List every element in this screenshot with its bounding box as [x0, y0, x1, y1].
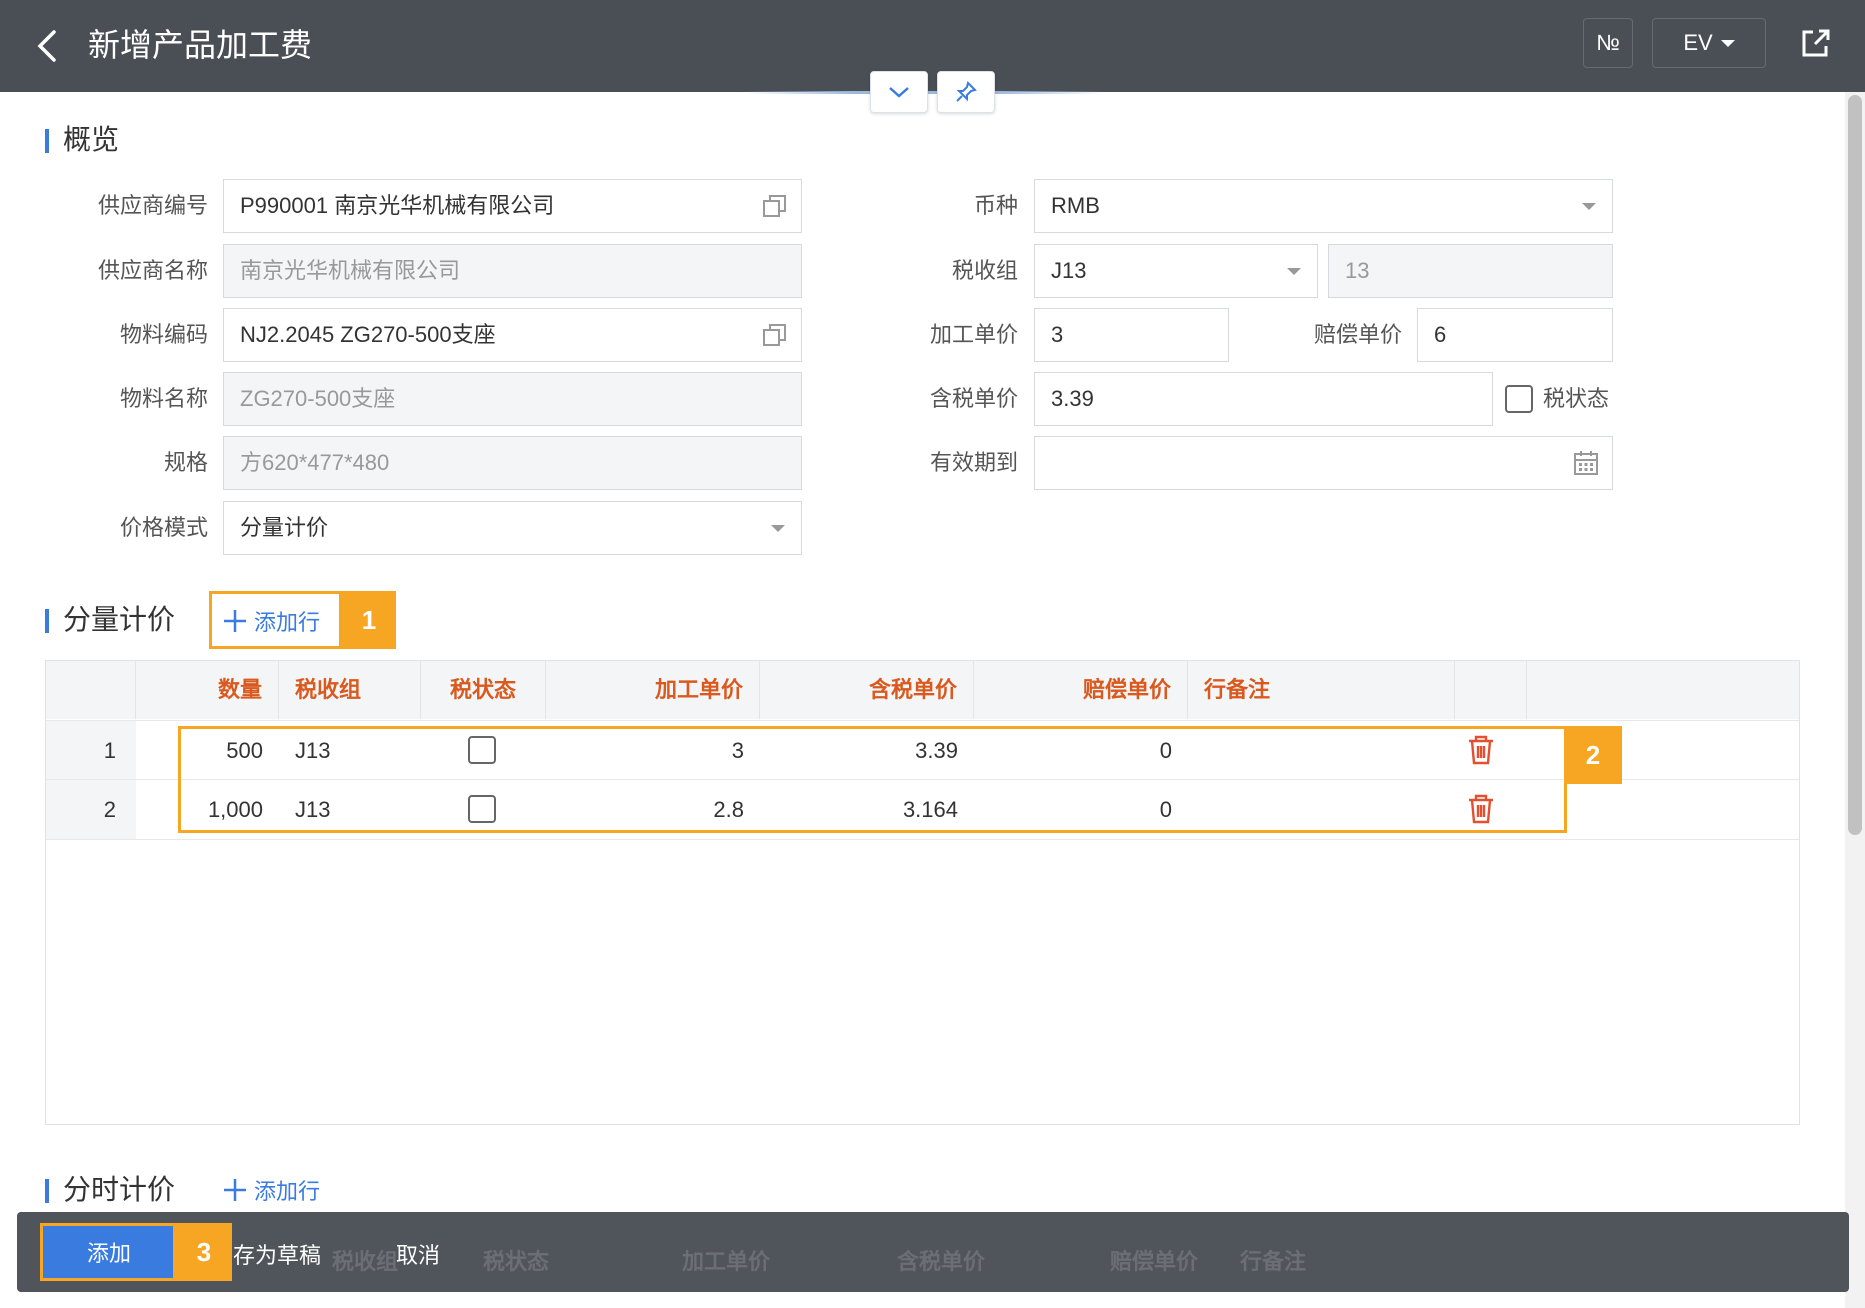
supplier-code-field[interactable]: P990001 南京光华机械有限公司	[223, 179, 802, 233]
step-badge-3: 3	[176, 1223, 232, 1281]
rows-highlight	[178, 726, 1567, 833]
plus-icon	[224, 610, 246, 632]
share-icon	[1802, 29, 1830, 57]
col-note[interactable]: 行备注	[1188, 661, 1455, 719]
step-badge-1: 1	[342, 591, 396, 649]
currency-label: 币种	[973, 193, 1018, 218]
currency-value: RMB	[1051, 193, 1100, 218]
col-unit-price[interactable]: 加工单价	[546, 661, 760, 719]
tax-group-select[interactable]: J13	[1034, 244, 1318, 298]
ghost-col-comp: 赔偿单价	[1110, 1249, 1199, 1274]
col-tax-incl[interactable]: 含税单价	[760, 661, 974, 719]
chevron-down-icon	[889, 87, 909, 98]
pin-button[interactable]	[937, 71, 995, 113]
valid-until-label: 有效期到	[929, 450, 1018, 475]
plus-icon	[224, 1179, 246, 1201]
language-label: EV	[1683, 30, 1713, 55]
spec-label: 规格	[163, 450, 208, 475]
col-comp[interactable]: 赔偿单价	[974, 661, 1188, 719]
number-button[interactable]: №	[1583, 18, 1633, 68]
price-mode-label: 价格模式	[119, 515, 208, 540]
material-name-field: ZG270-500支座	[223, 372, 802, 426]
ghost-col-tax-group: 税收组	[332, 1249, 399, 1274]
supplier-name-field: 南京光华机械有限公司	[223, 244, 802, 298]
col-tax-status[interactable]: 税状态	[421, 661, 546, 719]
ghost-col-unit-price: 加工单价	[682, 1249, 771, 1274]
add-row-time-label: 添加行	[254, 1179, 321, 1204]
valid-until-input[interactable]	[1034, 436, 1613, 490]
spec-field: 方620*477*480	[223, 436, 802, 490]
comp-price-label: 赔偿单价	[1313, 322, 1402, 347]
step-badge-2: 2	[1564, 726, 1622, 784]
copy-icon[interactable]	[761, 321, 789, 349]
ghost-col-note: 行备注	[1240, 1249, 1307, 1274]
add-row-button[interactable]: 添加行	[222, 602, 320, 640]
caret-down-icon	[1720, 39, 1735, 47]
row-number-header	[46, 661, 136, 719]
tax-group-value: J13	[1051, 258, 1087, 283]
col-filler	[1527, 661, 1799, 719]
add-row-label: 添加行	[254, 610, 321, 635]
calendar-icon[interactable]	[1572, 449, 1600, 477]
supplier-code-label: 供应商编号	[97, 193, 208, 218]
tax-incl-label: 含税单价	[929, 386, 1018, 411]
export-button[interactable]	[1795, 22, 1835, 64]
unit-price-input[interactable]: 3	[1034, 308, 1229, 362]
material-code-label: 物料编码	[119, 322, 208, 347]
ghost-col-tax-status: 税状态	[483, 1249, 550, 1274]
caret-down-icon	[1582, 203, 1596, 210]
row-number: 1	[46, 721, 136, 780]
material-code-field[interactable]: NJ2.2045 ZG270-500支座	[223, 308, 802, 362]
pin-icon	[956, 81, 977, 102]
number-label: №	[1596, 30, 1620, 55]
page-title: 新增产品加工费	[88, 27, 313, 63]
caret-down-icon	[771, 525, 785, 532]
price-mode-select[interactable]: 分量计价	[223, 501, 802, 555]
scrollbar-thumb[interactable]	[1848, 95, 1862, 835]
tax-incl-input[interactable]: 3.39	[1034, 372, 1493, 426]
tax-group-label: 税收组	[951, 258, 1018, 283]
add-row-button-time[interactable]: 添加行	[222, 1171, 320, 1209]
row-number: 2	[46, 780, 136, 839]
tax-status-checkbox[interactable]	[1505, 385, 1533, 413]
col-qty[interactable]: 数量	[136, 661, 279, 719]
language-dropdown[interactable]: EV	[1652, 18, 1766, 68]
qty-pricing-title: 分量计价	[45, 600, 175, 640]
supplier-name-label: 供应商名称	[97, 258, 208, 283]
material-code-value: NJ2.2045 ZG270-500支座	[240, 322, 496, 347]
back-button[interactable]	[28, 24, 68, 68]
collapse-button[interactable]	[870, 71, 928, 113]
comp-price-input[interactable]: 6	[1417, 308, 1613, 362]
price-mode-value: 分量计价	[240, 515, 329, 540]
tax-rate-field: 13	[1328, 244, 1613, 298]
supplier-code-value: P990001 南京光华机械有限公司	[240, 193, 555, 218]
currency-select[interactable]: RMB	[1034, 179, 1613, 233]
copy-icon[interactable]	[761, 192, 789, 220]
chevron-left-icon	[37, 30, 56, 62]
save-draft-button[interactable]: 存为草稿	[233, 1238, 321, 1270]
overview-title: 概览	[45, 120, 119, 160]
caret-down-icon	[1287, 268, 1301, 275]
ghost-col-tax-incl: 含税单价	[897, 1249, 986, 1274]
col-actions	[1455, 661, 1527, 719]
cancel-button[interactable]: 取消	[396, 1238, 440, 1270]
unit-price-label: 加工单价	[929, 322, 1018, 347]
time-pricing-title: 分时计价	[45, 1170, 175, 1210]
add-button-highlight	[40, 1223, 176, 1281]
material-name-label: 物料名称	[119, 386, 208, 411]
col-tax-group[interactable]: 税收组	[279, 661, 421, 719]
tax-status-label: 税状态	[1543, 386, 1610, 411]
